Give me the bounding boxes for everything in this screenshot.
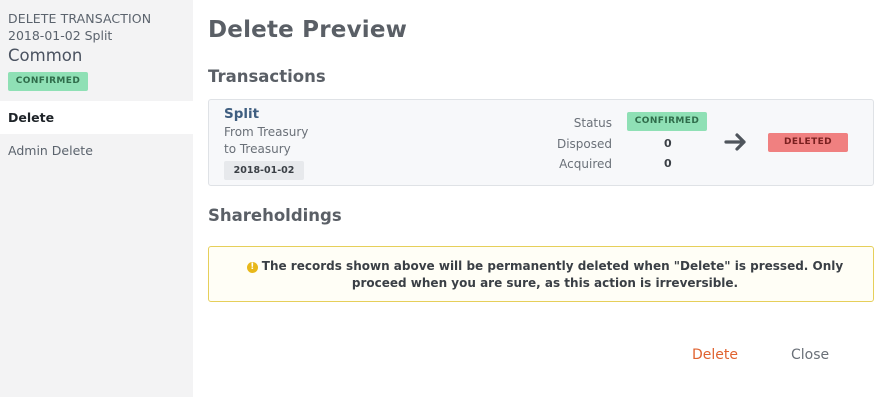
sidebar-item-admin-delete[interactable]: Admin Delete xyxy=(0,134,193,167)
delete-button[interactable]: Delete xyxy=(692,347,738,363)
shareholdings-heading: Shareholdings xyxy=(208,206,342,225)
arrow-right-icon xyxy=(724,133,746,151)
deleted-status-badge: DELETED xyxy=(768,133,848,152)
disposed-value: 0 xyxy=(664,137,672,150)
warning-box: ! The records shown above will be permane… xyxy=(208,246,874,302)
transaction-name[interactable]: Split xyxy=(224,106,259,122)
main-panel: Delete Preview Transactions Split From T… xyxy=(193,0,886,397)
warning-message: ! The records shown above will be permane… xyxy=(229,258,861,292)
sidebar: DELETE TRANSACTION 2018-01-02 Split Comm… xyxy=(0,0,193,397)
status-badge: CONFIRMED xyxy=(8,72,88,91)
sidebar-subtitle: 2018-01-02 Split xyxy=(8,28,113,43)
sidebar-menu: Delete Admin Delete xyxy=(0,101,193,167)
transaction-card: Split From Treasury to Treasury 2018-01-… xyxy=(208,99,874,186)
status-label: Status xyxy=(573,116,612,130)
transactions-heading: Transactions xyxy=(208,67,326,86)
transaction-date-badge: 2018-01-02 xyxy=(224,161,304,180)
transaction-from: From Treasury xyxy=(224,125,309,139)
disposed-label: Disposed xyxy=(556,137,612,151)
sidebar-kicker: DELETE TRANSACTION xyxy=(8,11,152,26)
transaction-to: to Treasury xyxy=(224,142,291,156)
acquired-label: Acquired xyxy=(559,157,612,171)
warning-icon: ! xyxy=(246,262,258,273)
acquired-value: 0 xyxy=(664,157,672,170)
close-button[interactable]: Close xyxy=(791,347,829,363)
sidebar-item-delete[interactable]: Delete xyxy=(0,101,193,134)
sidebar-title: Common xyxy=(8,46,83,65)
sidebar-header: DELETE TRANSACTION 2018-01-02 Split Comm… xyxy=(0,0,193,91)
warning-text: The records shown above will be permanen… xyxy=(261,259,844,290)
current-status-badge: CONFIRMED xyxy=(627,112,707,131)
page-title: Delete Preview xyxy=(208,17,408,43)
